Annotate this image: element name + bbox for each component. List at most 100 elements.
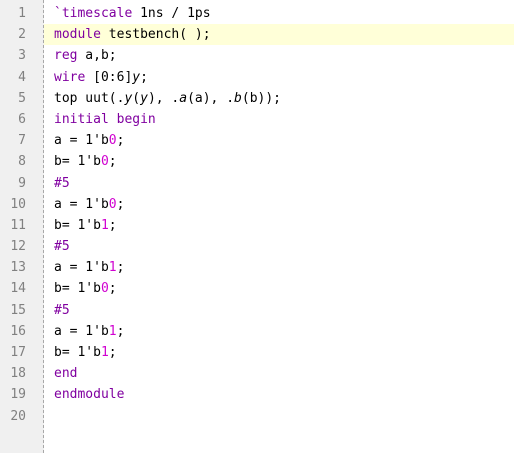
keyword-token: #5 <box>54 239 70 255</box>
code-token: a <box>179 90 188 106</box>
code-line[interactable]: 3 reg a,b; <box>0 45 514 66</box>
line-number: 17 <box>10 345 26 360</box>
line-number: 1 <box>18 6 26 21</box>
code-token: testbench( ); <box>100 27 211 43</box>
code-line[interactable]: 15 #5 <box>0 300 514 321</box>
line-number: 10 <box>10 196 26 212</box>
code-token: a = 1'b <box>54 133 109 149</box>
code-text[interactable]: b= 1'b0; <box>44 151 514 172</box>
code-token: b= 1'b <box>54 345 101 360</box>
code-text[interactable]: `timescale 1ns / 1ps <box>44 3 514 24</box>
number-token: 0 <box>100 154 109 170</box>
code-token: a = 1'b <box>54 260 109 276</box>
keyword-token: #5 <box>54 175 70 191</box>
code-token: ; <box>116 260 125 276</box>
code-line[interactable]: 2 module testbench( ); <box>0 24 514 46</box>
line-number: 9 <box>18 175 26 191</box>
code-text[interactable]: #5 <box>44 173 514 194</box>
line-number: 8 <box>18 154 26 170</box>
code-line[interactable]: 11 b= 1'b1; <box>0 215 514 236</box>
code-token: y <box>140 90 148 106</box>
code-token: ; <box>108 154 117 170</box>
code-line[interactable]: 4 wire [0:6]y; <box>0 67 514 88</box>
code-token: ; <box>108 281 117 297</box>
code-token: a = 1'b <box>54 196 109 212</box>
code-line[interactable]: 13 a = 1'b1; <box>0 257 514 278</box>
code-line[interactable]: 10 a = 1'b0; <box>0 194 514 215</box>
code-text[interactable]: #5 <box>44 300 514 321</box>
code-token: b= 1'b <box>54 217 101 233</box>
code-text[interactable]: a = 1'b0; <box>44 194 514 215</box>
line-number: 16 <box>10 323 26 339</box>
code-text[interactable]: #5 <box>44 236 514 257</box>
code-line[interactable]: 19 endmodule <box>0 384 514 405</box>
code-token: ; <box>116 196 125 212</box>
keyword-token: initial begin <box>54 111 156 127</box>
code-line[interactable]: 1 `timescale 1ns / 1ps <box>0 3 514 24</box>
code-text[interactable]: initial begin <box>44 109 514 130</box>
number-token: 0 <box>100 281 109 297</box>
code-line[interactable]: 18 end <box>0 363 514 384</box>
code-token: ; <box>140 69 148 85</box>
code-line[interactable]: 16 a = 1'b1; <box>0 321 514 342</box>
code-line[interactable]: 14 b= 1'b0; <box>0 278 514 299</box>
code-line[interactable]: 5 top uut(.y(y), .a(a), .b(b)); <box>0 88 514 109</box>
code-text[interactable]: wire [0:6]y; <box>44 67 514 88</box>
code-token: ; <box>116 323 125 339</box>
number-token: 0 <box>108 133 117 149</box>
number-token: 0 <box>108 196 117 212</box>
line-number: 7 <box>18 133 26 149</box>
code-token: b <box>234 90 242 106</box>
code-editor[interactable]: 1 `timescale 1ns / 1ps 2 module testbench( … <box>0 0 514 453</box>
line-number: 3 <box>18 48 26 64</box>
keyword-token: #5 <box>54 302 70 318</box>
code-text[interactable]: a = 1'b0; <box>44 130 514 151</box>
code-token: 1ns / 1ps <box>132 6 211 21</box>
number-token: 1 <box>108 323 117 339</box>
code-token: b= 1'b <box>54 281 101 297</box>
line-number: 11 <box>10 217 26 233</box>
code-line[interactable]: 17 b= 1'b1; <box>0 342 514 363</box>
code-line[interactable]: 12 #5 <box>0 236 514 257</box>
line-number: 18 <box>10 366 26 382</box>
line-number: 6 <box>18 111 26 127</box>
code-text[interactable]: reg a,b; <box>44 45 514 66</box>
code-text[interactable]: b= 1'b0; <box>44 278 514 299</box>
code-token: ; <box>108 345 117 360</box>
code-token: ; <box>116 133 125 149</box>
keyword-token: endmodule <box>54 387 125 403</box>
code-token: ( <box>132 90 141 106</box>
code-token: top uut(. <box>54 90 125 106</box>
code-text[interactable]: a = 1'b1; <box>44 257 514 278</box>
line-number: 5 <box>18 90 26 106</box>
line-number: 2 <box>18 27 26 43</box>
code-text[interactable]: a = 1'b1; <box>44 321 514 342</box>
keyword-token: wire <box>54 69 86 85</box>
keyword-token: `timescale <box>54 6 133 21</box>
code-text[interactable]: b= 1'b1; <box>44 215 514 236</box>
code-text[interactable]: b= 1'b1; <box>44 342 514 363</box>
code-token: y <box>132 69 141 85</box>
code-text[interactable]: module testbench( ); <box>44 24 514 46</box>
code-text[interactable]: end <box>44 363 514 384</box>
code-line[interactable]: 9 #5 <box>0 173 514 194</box>
code-token: a,b; <box>77 48 117 64</box>
code-lines[interactable]: 1 `timescale 1ns / 1ps 2 module testbench( … <box>0 3 514 427</box>
line-number: 14 <box>10 281 26 297</box>
keyword-token: end <box>54 366 78 382</box>
code-token: (a), . <box>187 90 235 106</box>
keyword-token: module <box>54 27 101 43</box>
line-number: 13 <box>10 260 26 276</box>
code-token: ; <box>108 217 117 233</box>
code-line[interactable]: 6 initial begin <box>0 109 514 130</box>
number-token: 1 <box>100 345 109 360</box>
code-token: a = 1'b <box>54 323 109 339</box>
code-text[interactable] <box>44 406 514 427</box>
code-text[interactable]: top uut(.y(y), .a(a), .b(b)); <box>44 88 514 109</box>
keyword-token: reg <box>54 48 78 64</box>
code-line[interactable]: 7 a = 1'b0; <box>0 130 514 151</box>
code-text[interactable]: endmodule <box>44 384 514 405</box>
line-number: 20 <box>10 408 26 424</box>
code-line[interactable]: 20 <box>0 406 514 427</box>
code-line[interactable]: 8 b= 1'b0; <box>0 151 514 172</box>
